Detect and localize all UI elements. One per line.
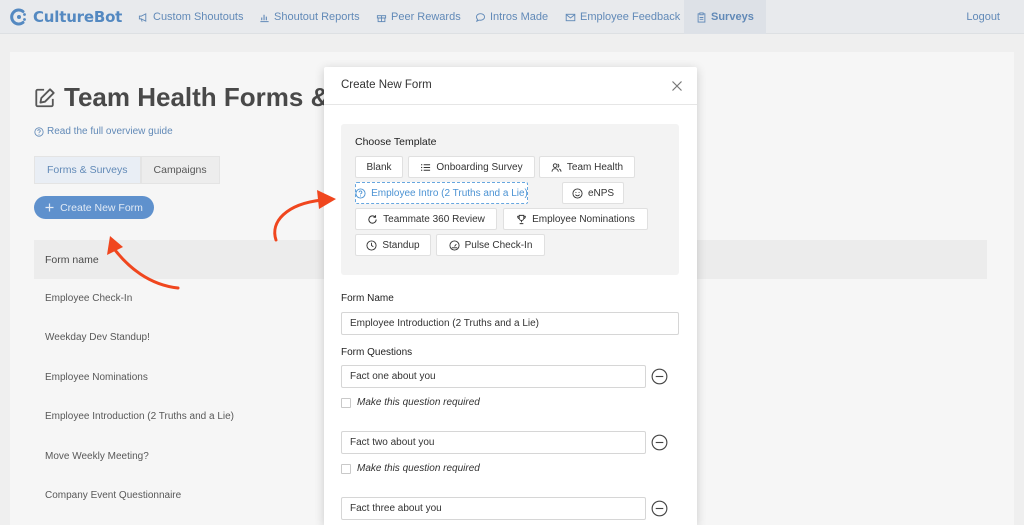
modal-title: Create New Form <box>341 79 432 91</box>
template-employee-intro[interactable]: Employee Intro (2 Truths and a Lie) <box>355 182 528 204</box>
trophy-icon <box>517 214 526 224</box>
template-label: Onboarding Survey <box>436 161 523 173</box>
choose-template-label: Choose Template <box>355 136 437 148</box>
required-checkbox[interactable] <box>341 397 351 408</box>
template-label: Pulse Check-In <box>464 239 533 251</box>
template-label: Blank <box>366 161 392 173</box>
question-2-input[interactable]: Fact two about you <box>341 431 646 454</box>
template-enps[interactable]: eNPS <box>562 182 624 204</box>
form-questions-label: Form Questions <box>341 347 413 358</box>
template-onboarding-survey[interactable]: Onboarding Survey <box>408 156 535 178</box>
gauge-icon <box>449 239 460 251</box>
question-1-input[interactable]: Fact one about you <box>341 365 646 388</box>
question-circle-icon <box>355 187 366 199</box>
question-1-required[interactable]: Make this question required <box>341 397 480 408</box>
modal-header: Create New Form <box>324 67 697 105</box>
template-picker: Choose Template Blank Onboarding Survey … <box>341 124 679 275</box>
remove-question-icon[interactable] <box>651 368 668 385</box>
template-label: eNPS <box>587 187 615 199</box>
template-label: Employee Intro (2 Truths and a Lie) <box>371 187 528 199</box>
template-label: Teammate 360 Review <box>383 213 485 225</box>
template-blank[interactable]: Blank <box>355 156 403 178</box>
list-icon <box>421 163 431 171</box>
template-label: Standup <box>382 239 420 251</box>
template-employee-nominations[interactable]: Employee Nominations <box>503 208 648 230</box>
question-3-input[interactable]: Fact three about you <box>341 497 646 520</box>
smile-icon <box>572 187 583 199</box>
form-name-label: Form Name <box>341 293 394 304</box>
template-teammate-360-review[interactable]: Teammate 360 Review <box>355 208 497 230</box>
template-pulse-check-in[interactable]: Pulse Check-In <box>436 234 545 256</box>
template-team-health[interactable]: Team Health <box>539 156 635 178</box>
required-label: Make this question required <box>357 397 480 408</box>
remove-question-icon[interactable] <box>651 500 668 517</box>
question-2-required[interactable]: Make this question required <box>341 463 480 474</box>
people-icon <box>551 162 562 172</box>
remove-question-icon[interactable] <box>651 434 668 451</box>
template-standup[interactable]: Standup <box>355 234 431 256</box>
required-label: Make this question required <box>357 463 480 474</box>
create-form-modal: Create New Form Choose Template Blank On… <box>324 67 697 525</box>
clock-icon <box>366 239 377 251</box>
template-label: Team Health <box>566 161 624 173</box>
refresh-icon <box>368 214 377 224</box>
close-icon[interactable] <box>670 79 684 93</box>
required-checkbox[interactable] <box>341 463 351 474</box>
form-name-input[interactable]: Employee Introduction (2 Truths and a Li… <box>341 312 679 335</box>
template-label: Employee Nominations <box>532 213 635 225</box>
